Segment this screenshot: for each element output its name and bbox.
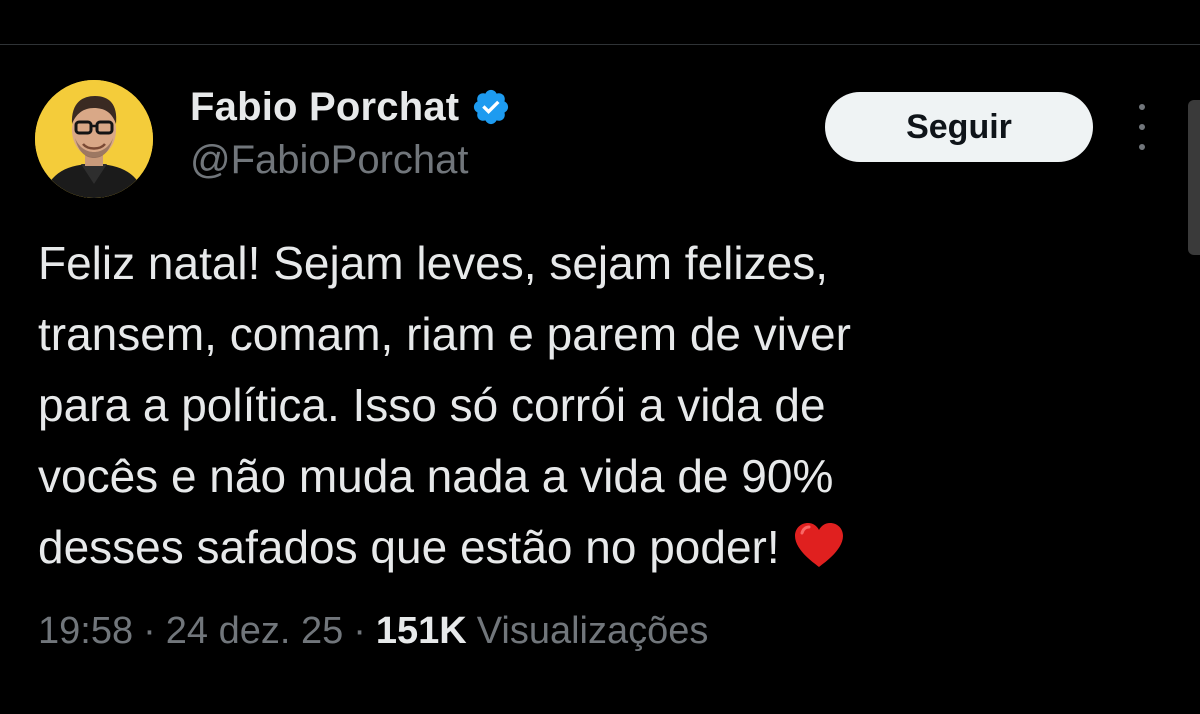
- verified-badge-icon: [474, 89, 509, 125]
- views-count[interactable]: 151K: [376, 610, 467, 653]
- scrollbar[interactable]: [1188, 100, 1200, 255]
- more-dot: [1139, 144, 1145, 150]
- views-label[interactable]: Visualizações: [477, 610, 709, 653]
- tweet-line: vocês e não muda nada a vida de 90%: [38, 450, 834, 502]
- more-vertical-icon[interactable]: [1122, 104, 1162, 150]
- heart-icon: [794, 523, 843, 567]
- meta-separator: ·: [353, 610, 366, 652]
- follow-button[interactable]: Seguir: [825, 92, 1093, 162]
- author-display-name[interactable]: Fabio Porchat: [190, 85, 459, 130]
- tweet-date[interactable]: 24 dez. 25: [166, 610, 343, 653]
- tweet-last-line: desses safados que estão no poder!: [38, 512, 1148, 583]
- tweet-line: Feliz natal! Sejam leves, sejam felizes,: [38, 237, 828, 289]
- tweet-time[interactable]: 19:58: [38, 610, 133, 653]
- avatar[interactable]: [35, 80, 153, 198]
- author-name-row[interactable]: Fabio Porchat: [190, 82, 511, 132]
- more-dot: [1139, 124, 1145, 130]
- meta-separator: ·: [143, 610, 156, 652]
- avatar-image: [35, 80, 153, 198]
- tweet-line: para a política. Isso só corrói a vida d…: [38, 379, 826, 431]
- more-dot: [1139, 104, 1145, 110]
- top-divider: [0, 44, 1200, 45]
- tweet-line: transem, comam, riam e parem de viver: [38, 308, 851, 360]
- author-handle[interactable]: @FabioPorchat: [190, 138, 469, 183]
- tweet-meta: 19:58 · 24 dez. 25 · 151K Visualizações: [38, 610, 708, 653]
- tweet-text: Feliz natal! Sejam leves, sejam felizes,…: [38, 228, 1148, 583]
- tweet-line: desses safados que estão no poder!: [38, 521, 780, 573]
